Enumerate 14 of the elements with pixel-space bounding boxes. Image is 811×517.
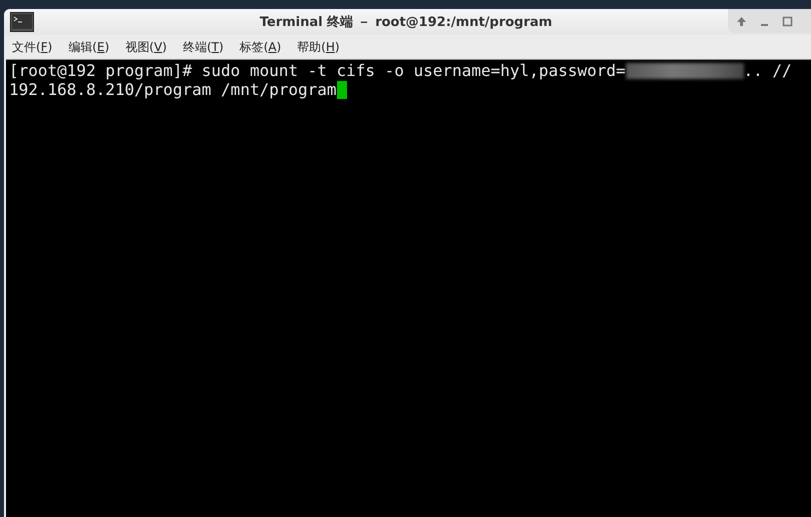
menu-item[interactable]: 编辑(E) (68, 38, 110, 56)
menu-item[interactable]: 帮助(H) (297, 38, 340, 56)
menu-item[interactable]: 视图(V) (125, 38, 167, 56)
menu-item[interactable]: 终端(T) (182, 38, 224, 56)
up-arrow-icon[interactable] (736, 16, 747, 26)
maximize-icon[interactable] (782, 16, 793, 26)
terminal-text: 192.168.8.210/program /mnt/program (9, 80, 337, 99)
menu-item[interactable]: 标签(A) (240, 38, 282, 56)
terminal-text: .. // (744, 61, 792, 80)
window-title: Terminal 终端 － root@192:/mnt/program (258, 14, 554, 31)
terminal-icon (10, 12, 34, 32)
terminal-text: [root@192 program]# sudo mount -t cifs -o username=hyl,password= (9, 61, 626, 80)
text-cursor (336, 80, 347, 98)
menu-item[interactable]: 文件(F) (12, 38, 52, 56)
